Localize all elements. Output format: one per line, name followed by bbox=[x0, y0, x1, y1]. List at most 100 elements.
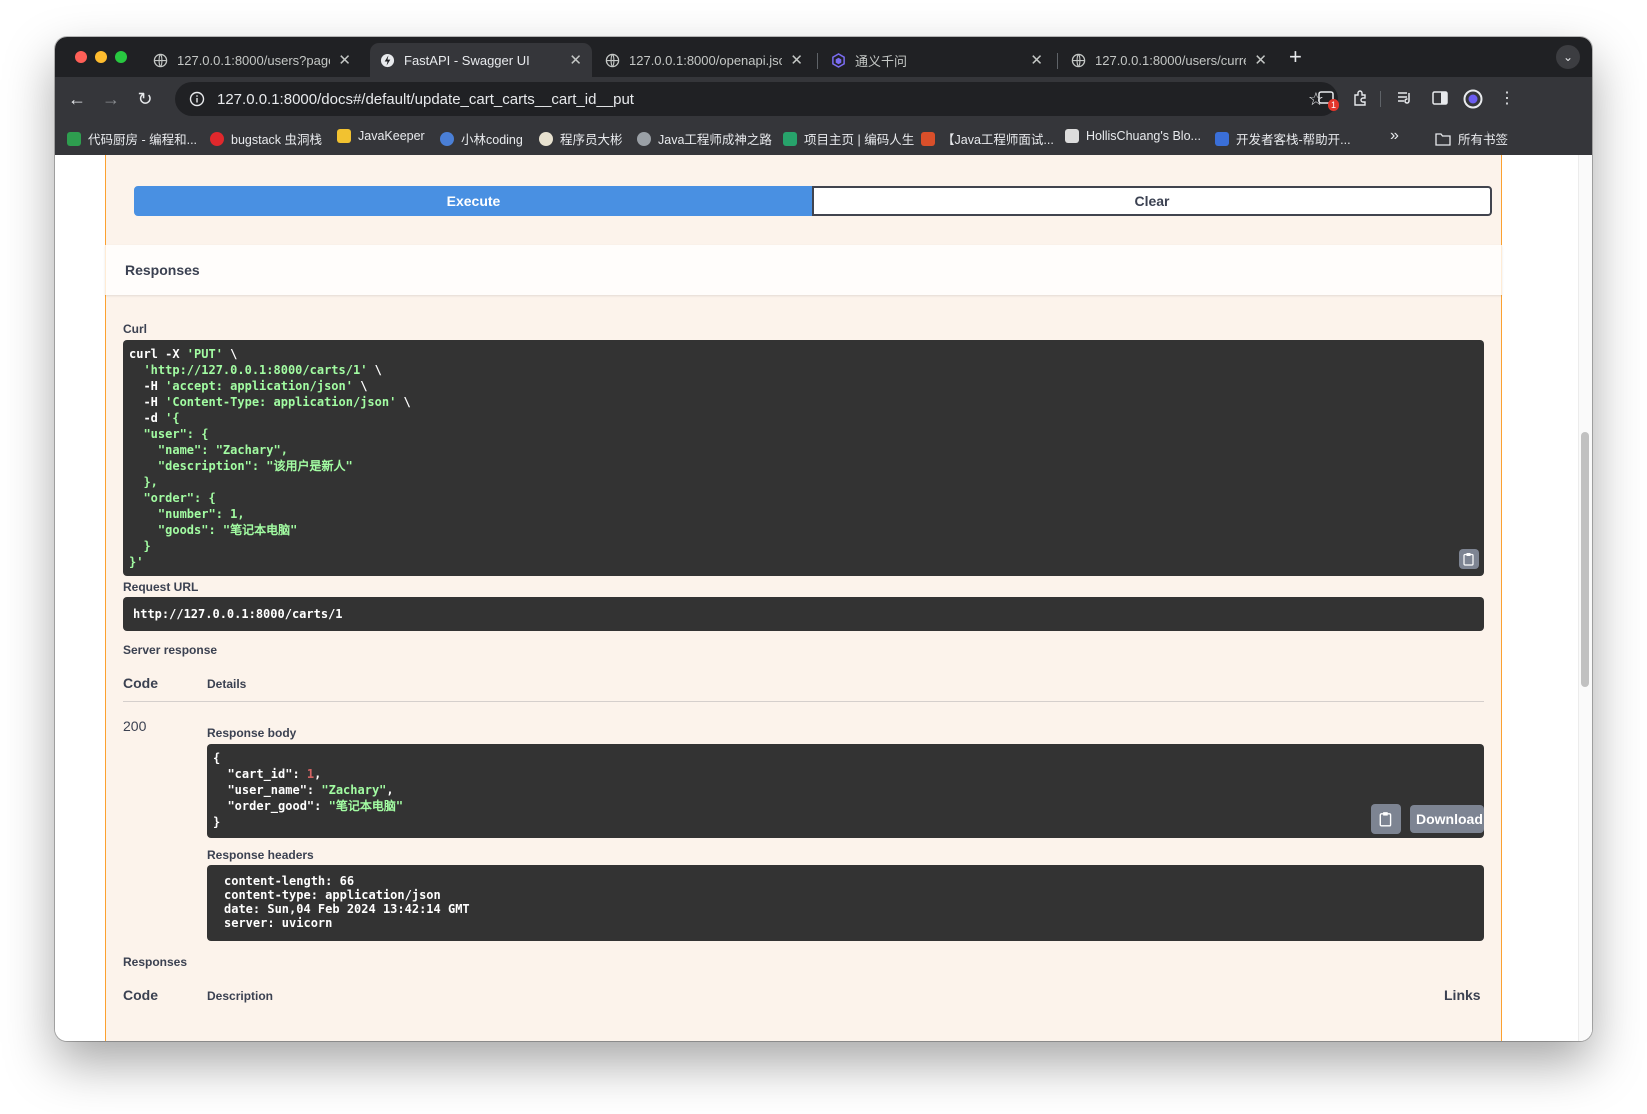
bookmark-item[interactable]: 【Java工程师面试... bbox=[921, 129, 1054, 148]
url-text: 127.0.0.1:8000/docs#/default/update_cart… bbox=[217, 90, 634, 108]
tab-users-current[interactable]: 127.0.0.1:8000/users/current ✕ bbox=[1061, 43, 1277, 77]
globe-icon bbox=[605, 53, 620, 67]
server-response-label: Server response bbox=[123, 643, 218, 657]
bookmark-favicon bbox=[921, 131, 935, 146]
all-bookmarks-label: 所有书签 bbox=[1458, 133, 1509, 147]
toolbar-separator bbox=[1380, 91, 1381, 107]
bookmark-item[interactable]: 代码厨房 - 编程和... bbox=[67, 129, 197, 148]
server-response-details-header: Details bbox=[207, 677, 247, 691]
bookmark-label: 小林coding bbox=[461, 133, 523, 147]
response-status-code: 200 bbox=[123, 718, 147, 734]
bookmark-favicon bbox=[440, 131, 454, 146]
profile-avatar-icon[interactable] bbox=[1463, 89, 1483, 109]
close-icon[interactable]: ✕ bbox=[338, 51, 351, 69]
curl-label: Curl bbox=[123, 322, 147, 336]
responses-table-links-header: Links bbox=[1444, 987, 1481, 1003]
side-panel-icon[interactable] bbox=[1430, 89, 1450, 109]
close-icon[interactable]: ✕ bbox=[1254, 51, 1267, 69]
tab-title: 127.0.0.1:8000/users?page_l bbox=[177, 52, 331, 68]
tab-strip: 127.0.0.1:8000/users?page_l ✕ FastAPI - … bbox=[55, 37, 1592, 77]
fastapi-icon bbox=[380, 53, 395, 67]
tab-title: 通义千问 bbox=[855, 53, 908, 69]
page-scrollbar-thumb[interactable] bbox=[1581, 432, 1589, 687]
tab-separator bbox=[1057, 53, 1058, 69]
bookmark-label: Java工程师成神之路 bbox=[658, 133, 772, 147]
chrome-menu-icon[interactable]: ⋮ bbox=[1497, 89, 1517, 109]
responses-table-description-header: Description bbox=[207, 989, 274, 1003]
forward-arrow-icon[interactable]: → bbox=[99, 87, 123, 111]
close-icon[interactable]: ✕ bbox=[569, 51, 582, 69]
close-icon[interactable]: ✕ bbox=[1030, 51, 1043, 69]
all-bookmarks-button[interactable]: 所有书签 bbox=[1435, 129, 1508, 148]
bookmark-item[interactable]: 程序员大彬 bbox=[539, 129, 623, 148]
header-line: date: Sun,04 Feb 2024 13:42:14 GMT bbox=[224, 902, 470, 916]
header-line: content-length: 66 bbox=[224, 874, 355, 888]
response-body-block: { "cart_id": 1, "user_name": "Zachary", … bbox=[207, 744, 1484, 838]
bookmark-item[interactable]: HollisChuang's Blo... bbox=[1065, 129, 1201, 143]
responses-title: Responses bbox=[125, 262, 200, 278]
bookmarks-bar: 代码厨房 - 编程和... bugstack 虫洞栈 JavaKeeper 小林… bbox=[55, 121, 1592, 155]
back-arrow-icon[interactable]: ← bbox=[65, 87, 89, 111]
extensions-puzzle-icon[interactable] bbox=[1351, 89, 1371, 109]
tab-title: 127.0.0.1:8000/users/current bbox=[1095, 52, 1247, 68]
bookmark-favicon bbox=[1215, 131, 1229, 146]
request-url-label: Request URL bbox=[123, 580, 199, 594]
tab-search-button[interactable]: ⌄ bbox=[1556, 45, 1580, 69]
bookmark-favicon bbox=[67, 131, 81, 146]
tab-title: 127.0.0.1:8000/openapi.json bbox=[629, 52, 783, 68]
response-headers-block: content-length: 66 content-type: applicat… bbox=[207, 865, 1484, 941]
copy-curl-button[interactable] bbox=[1459, 549, 1479, 569]
bookmark-label: JavaKeeper bbox=[358, 129, 425, 143]
tongyi-icon bbox=[832, 52, 845, 68]
responses-header: Responses bbox=[105, 245, 1502, 295]
bookmarks-overflow-button[interactable]: » bbox=[1390, 127, 1399, 145]
site-info-icon[interactable] bbox=[189, 91, 205, 107]
folder-icon bbox=[1435, 132, 1451, 146]
tab-tongyi[interactable]: 通义千问 ✕ bbox=[821, 43, 1053, 77]
bookmark-label: 程序员大彬 bbox=[560, 133, 623, 147]
extension-icon[interactable]: 1 bbox=[1317, 89, 1340, 111]
bookmark-favicon bbox=[337, 129, 351, 143]
bookmark-item[interactable]: Java工程师成神之路 bbox=[637, 129, 772, 148]
bookmark-item[interactable]: 小林coding bbox=[440, 129, 523, 148]
clear-button[interactable]: Clear bbox=[812, 186, 1492, 216]
address-bar[interactable]: 127.0.0.1:8000/docs#/default/update_cart… bbox=[175, 82, 1338, 116]
maximize-window-button[interactable] bbox=[115, 51, 127, 63]
bookmark-item[interactable]: 项目主页 | 编码人生 bbox=[783, 129, 914, 148]
globe-icon bbox=[637, 131, 651, 146]
browser-window: 127.0.0.1:8000/users?page_l ✕ FastAPI - … bbox=[55, 37, 1592, 1041]
copy-icon bbox=[1463, 553, 1474, 566]
new-tab-button[interactable]: + bbox=[1289, 46, 1302, 68]
tab-separator bbox=[817, 53, 818, 69]
bookmark-label: 项目主页 | 编码人生 bbox=[804, 133, 915, 147]
execute-button[interactable]: Execute bbox=[134, 186, 813, 216]
toolbar: ← → ↻ 127.0.0.1:8000/docs#/default/updat… bbox=[55, 77, 1592, 121]
bookmark-item[interactable]: bugstack 虫洞栈 bbox=[210, 129, 322, 148]
tab-openapi-json[interactable]: 127.0.0.1:8000/openapi.json ✕ bbox=[595, 43, 813, 77]
download-button[interactable]: Download bbox=[1410, 805, 1484, 833]
extension-badge: 1 bbox=[1328, 99, 1340, 111]
minimize-window-button[interactable] bbox=[95, 51, 107, 63]
media-control-icon[interactable] bbox=[1395, 89, 1415, 109]
bookmark-favicon bbox=[539, 131, 553, 146]
curl-command-block: curl -X 'PUT' \ 'http://127.0.0.1:8000/c… bbox=[123, 340, 1484, 576]
close-icon[interactable]: ✕ bbox=[790, 51, 803, 69]
bookmark-item[interactable]: 开发者客栈-帮助开... bbox=[1215, 129, 1351, 148]
bookmark-favicon bbox=[1065, 129, 1079, 143]
header-line: server: uvicorn bbox=[224, 916, 333, 930]
bookmark-item[interactable]: JavaKeeper bbox=[337, 129, 425, 143]
bookmark-label: bugstack 虫洞栈 bbox=[231, 133, 323, 147]
response-body-label: Response body bbox=[207, 726, 297, 740]
bookmark-label: 【Java工程师面试... bbox=[942, 133, 1054, 147]
close-window-button[interactable] bbox=[75, 51, 87, 63]
copy-response-button[interactable] bbox=[1371, 804, 1401, 834]
bookmark-label: 代码厨房 - 编程和... bbox=[88, 133, 198, 147]
responses-table-label: Responses bbox=[123, 955, 188, 969]
bookmark-label: HollisChuang's Blo... bbox=[1086, 129, 1201, 143]
responses-table-code-header: Code bbox=[123, 987, 158, 1003]
reload-icon[interactable]: ↻ bbox=[133, 87, 157, 111]
tab-swagger-ui[interactable]: FastAPI - Swagger UI ✕ bbox=[370, 43, 592, 77]
tab-users-page[interactable]: 127.0.0.1:8000/users?page_l ✕ bbox=[143, 43, 361, 77]
copy-icon bbox=[1379, 812, 1392, 827]
request-url-value: http://127.0.0.1:8000/carts/1 bbox=[123, 597, 1484, 631]
